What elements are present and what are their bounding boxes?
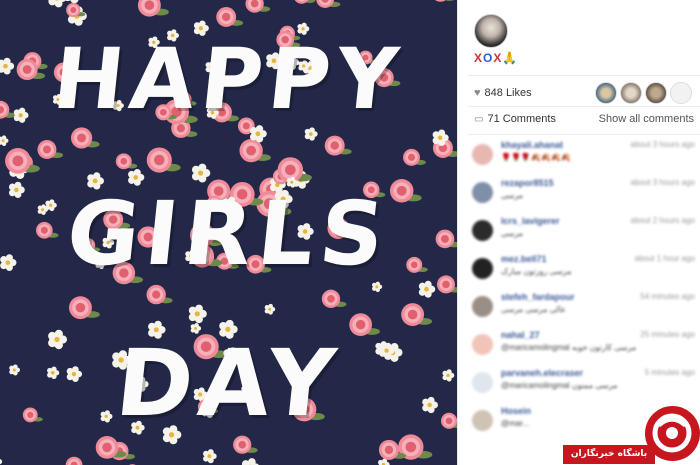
commenter-username[interactable]: mez.bell71: [501, 254, 547, 264]
white-blossom: [64, 0, 79, 4]
comment-item: stefeh_fardapour 54 minutes ago عالی مرسی …: [472, 292, 697, 332]
caption-x-1: X: [474, 51, 484, 65]
white-blossom: [264, 303, 276, 315]
comment-text: عالی مرسی مرسی: [501, 305, 566, 314]
post-image[interactable]: HAPPY GIRLS DAY: [0, 0, 457, 465]
white-blossom: [241, 458, 259, 465]
comment-timestamp: about 1 hour ago: [634, 254, 696, 263]
divider: [468, 134, 700, 135]
comment-text: مرسی روزتون مبارک: [501, 267, 572, 276]
caption-hands-emoji: 🙏: [502, 51, 519, 65]
comment-text: 🌹🌹🌹🍂🍂🍂🍂: [501, 153, 571, 162]
commenter-avatar[interactable]: [472, 220, 493, 241]
commenter-avatar[interactable]: [472, 144, 493, 165]
likes-count[interactable]: ♥ 848 Likes: [474, 87, 532, 99]
comment-timestamp: 54 minutes ago: [640, 292, 695, 301]
commenter-avatar[interactable]: [472, 258, 493, 279]
liker-avatars: [595, 82, 692, 104]
headline-line-3: DAY: [111, 330, 346, 437]
post-details-panel: XOX🙏 ♥ 848 Likes ▭ 71 Comments Show all …: [457, 0, 700, 465]
headline-line-1: HAPPY: [48, 30, 409, 128]
white-blossom: [48, 0, 66, 8]
pink-rose: [216, 7, 244, 27]
commenter-username[interactable]: stefeh_fardapour: [501, 292, 575, 302]
comments-label: 71 Comments: [487, 113, 556, 125]
comment-timestamp: about 3 hours ago: [630, 178, 696, 187]
pink-rose: [146, 284, 173, 305]
commenter-avatar[interactable]: [472, 296, 493, 317]
comment-text: مرسی: [501, 229, 524, 238]
comment-bubble-icon: ▭: [474, 113, 484, 125]
pink-rose: [233, 435, 258, 454]
commenter-avatar[interactable]: [472, 372, 493, 393]
pink-rose: [321, 289, 347, 308]
heart-icon: ♥: [474, 87, 481, 99]
pink-rose: [65, 456, 83, 465]
comment-timestamp: 5 minutes ago: [644, 368, 695, 377]
comment-timestamp: about 2 hours ago: [630, 216, 696, 225]
comment-item: rezapor8515 about 3 hours ago مرسی: [472, 178, 697, 218]
watermark-banner: باشگاه خبرنگاران: [563, 445, 655, 464]
pink-rose: [324, 135, 352, 156]
pink-rose: [401, 303, 433, 326]
commenter-username[interactable]: lcrs_lavigerer: [501, 216, 560, 226]
pink-rose: [137, 0, 169, 17]
author-avatar[interactable]: [474, 14, 508, 48]
commenter-avatar[interactable]: [472, 410, 493, 431]
commenter-avatar[interactable]: [472, 182, 493, 203]
comment-item: parvaneh.elecraser 5 minutes ago @maricamo…: [472, 368, 697, 408]
pink-rose: [435, 0, 455, 2]
likes-label: 848 Likes: [484, 87, 532, 99]
comment-text: @maricamolingmal مرسی کارتون خوبه: [501, 343, 637, 352]
white-blossom: [203, 449, 217, 464]
white-blossom: [0, 135, 9, 146]
comment-item: khayali.ahanat about 3 hours ago 🌹🌹🌹🍂🍂🍂🍂: [472, 140, 697, 180]
pink-rose: [37, 140, 64, 159]
comment-text: @maricamolingmal مرسی ممنون: [501, 381, 618, 390]
watermark-logo: [645, 406, 700, 461]
divider: [468, 75, 700, 76]
white-blossom: [191, 163, 211, 183]
pink-rose: [245, 0, 271, 13]
liker-avatar[interactable]: [645, 82, 667, 104]
pink-rose: [115, 153, 138, 170]
instagram-post-view: HAPPY GIRLS DAY XOX🙏 ♥ 848 Likes ▭ 71 Co…: [0, 0, 700, 465]
pink-rose: [316, 0, 341, 8]
comment-timestamp: about 3 hours ago: [630, 140, 696, 149]
pink-rose: [5, 148, 40, 174]
comment-item: lcrs_lavigerer about 2 hours ago مرسی: [472, 216, 697, 256]
liker-avatar[interactable]: [595, 82, 617, 104]
pink-rose: [70, 127, 100, 149]
pink-rose: [239, 138, 271, 163]
liker-avatar[interactable]: [620, 82, 642, 104]
white-blossom: [188, 304, 207, 324]
pink-rose: [146, 147, 181, 173]
liker-avatar[interactable]: [670, 82, 692, 104]
comment-text: @mar...: [501, 419, 530, 428]
post-caption: XOX🙏: [474, 51, 518, 65]
commenter-username[interactable]: Hosein: [501, 406, 531, 416]
commenter-avatar[interactable]: [472, 334, 493, 355]
white-blossom: [0, 459, 3, 465]
pink-rose: [68, 296, 100, 320]
caption-o: O: [483, 51, 494, 65]
show-all-comments-link[interactable]: Show all comments: [599, 113, 694, 125]
pink-rose: [403, 148, 426, 166]
divider: [468, 106, 700, 107]
commenter-username[interactable]: nahal_27: [501, 330, 540, 340]
pink-rose: [294, 0, 316, 4]
comment-item: mez.bell71 about 1 hour ago مرسی روزتون مب…: [472, 254, 697, 294]
comment-item: nahal_27 25 minutes ago @maricamolingmal م…: [472, 330, 697, 370]
headline-line-2: GIRLS: [61, 182, 396, 285]
white-blossom: [304, 127, 318, 141]
comment-timestamp: 25 minutes ago: [640, 330, 695, 339]
comment-text: مرسی: [501, 191, 524, 200]
commenter-username[interactable]: parvaneh.elecraser: [501, 368, 583, 378]
commenter-username[interactable]: rezapor8515: [501, 178, 554, 188]
commenter-username[interactable]: khayali.ahanat: [501, 140, 563, 150]
